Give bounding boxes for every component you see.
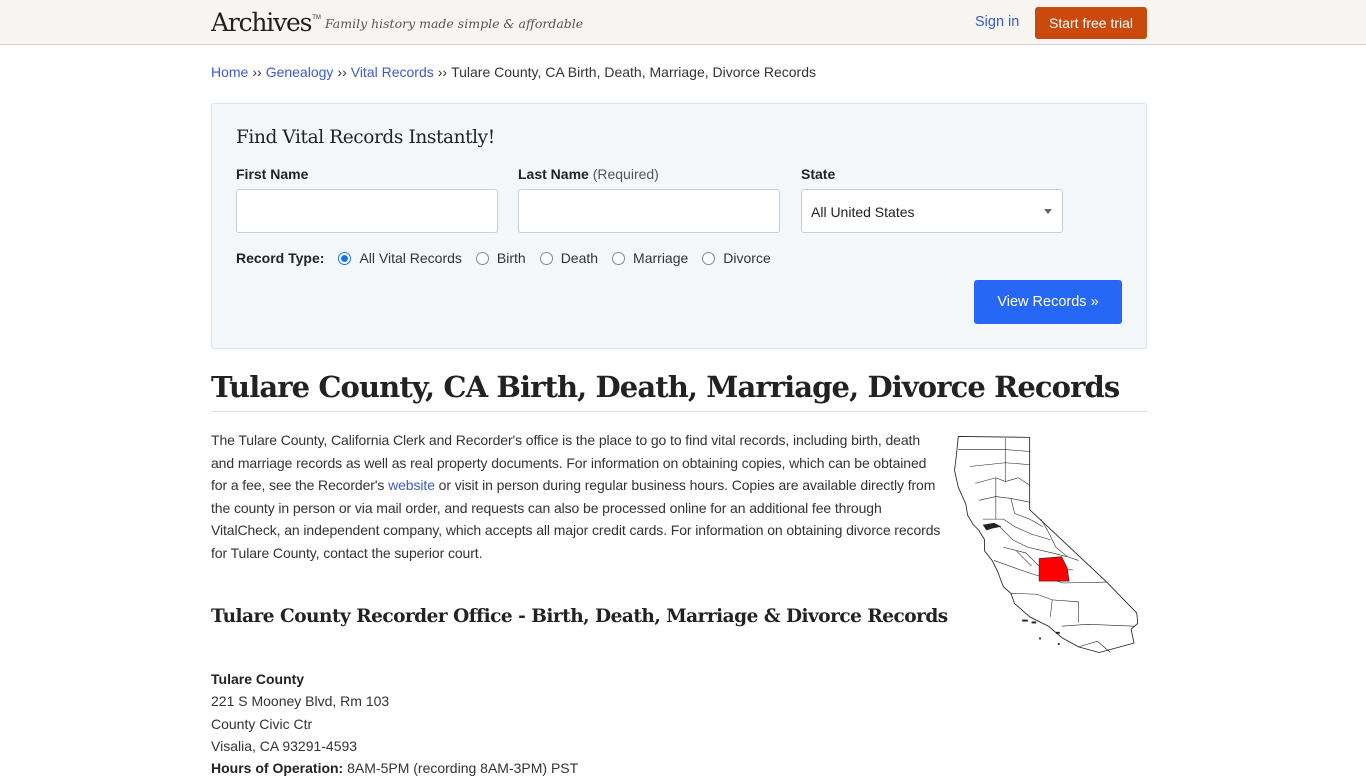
option-label: Death [560, 250, 599, 266]
required-note: (Required) [592, 166, 659, 182]
intro-paragraph: The Tulare County, California Clerk and … [211, 429, 941, 564]
last-name-label-text: Last Name [518, 166, 589, 182]
option-label: Birth [496, 250, 526, 266]
top-bar: Archives TM Family history made simple &… [0, 0, 1366, 45]
breadcrumb-home[interactable]: Home [211, 64, 248, 80]
state-select-value: All United States [811, 204, 915, 220]
breadcrumb-separator: ›› [437, 64, 448, 80]
office-address-line-2: County Civic Ctr [211, 715, 313, 732]
state-select[interactable]: All United States [801, 189, 1063, 233]
radio-divorce[interactable] [702, 251, 716, 265]
hours-value: 8AM-5PM (recording 8AM-3PM) PST [347, 760, 579, 777]
radio-death[interactable] [539, 251, 553, 265]
hours-label: Hours of Operation: [211, 760, 344, 777]
title-divider [211, 411, 1147, 412]
first-name-label-text: First Name [236, 166, 309, 182]
logo-tagline: Family history made simple & affordable [324, 16, 584, 31]
first-name-label: First Name [236, 166, 308, 182]
office-name: Tulare County [211, 671, 305, 687]
breadcrumb-vital-records[interactable]: Vital Records [351, 64, 434, 80]
breadcrumb-separator: ›› [337, 64, 347, 80]
state-label: State [801, 166, 835, 182]
record-type-group: Record Type: All Vital Records Birth Dea… [236, 250, 785, 266]
radio-marriage[interactable] [612, 251, 626, 265]
search-panel: Find Vital Records Instantly! First Name… [211, 103, 1147, 349]
office-address-line-3: Visalia, CA 93291-4593 [211, 737, 358, 754]
chevron-down-icon [1044, 209, 1052, 214]
logo-trademark: TM [312, 15, 321, 21]
office-hours: Hours of Operation: 8AM-5PM (recording 8… [211, 757, 1147, 779]
record-type-option-birth[interactable]: Birth [475, 250, 526, 266]
recorder-website-link[interactable]: website [388, 477, 435, 493]
record-type-label: Record Type: [236, 250, 325, 266]
option-label: Divorce [723, 250, 771, 266]
state-label-text: State [801, 166, 836, 182]
last-name-label: Last Name (Required) [518, 166, 659, 182]
view-records-button[interactable]: View Records » [974, 280, 1122, 324]
option-label: Marriage [633, 250, 689, 266]
logo-wordmark: Archives [211, 8, 312, 37]
recorder-office-heading: Tulare County Recorder Office - Birth, D… [211, 606, 948, 627]
office-details: Tulare County 221 S Mooney Blvd, Rm 103 … [211, 668, 1147, 779]
radio-all-vital-records[interactable] [338, 251, 352, 265]
breadcrumb-current: Tulare County, CA Birth, Death, Marriage… [451, 64, 816, 80]
record-type-option-divorce[interactable]: Divorce [702, 250, 771, 266]
breadcrumb: Home ›› Genealogy ›› Vital Records ›› Tulare C… [211, 64, 1147, 80]
start-free-trial-button[interactable]: Start free trial [1035, 7, 1147, 39]
record-type-option-marriage[interactable]: Marriage [612, 250, 688, 266]
page-title: Tulare County, CA Birth, Death, Marriage… [211, 370, 1120, 404]
radio-birth[interactable] [475, 251, 489, 265]
first-name-input[interactable] [236, 189, 498, 233]
archives-logo[interactable]: Archives TM Family history made simple &… [211, 8, 583, 37]
record-type-option-all[interactable]: All Vital Records [338, 250, 462, 266]
sign-in-link[interactable]: Sign in [975, 14, 1019, 30]
option-label: All Vital Records [359, 250, 462, 266]
record-type-option-death[interactable]: Death [539, 250, 599, 266]
office-address-line-1: 221 S Mooney Blvd, Rm 103 [211, 693, 390, 710]
search-panel-title: Find Vital Records Instantly! [236, 127, 495, 148]
breadcrumb-genealogy[interactable]: Genealogy [266, 64, 334, 80]
last-name-input[interactable] [518, 189, 780, 233]
breadcrumb-separator: ›› [252, 64, 262, 80]
